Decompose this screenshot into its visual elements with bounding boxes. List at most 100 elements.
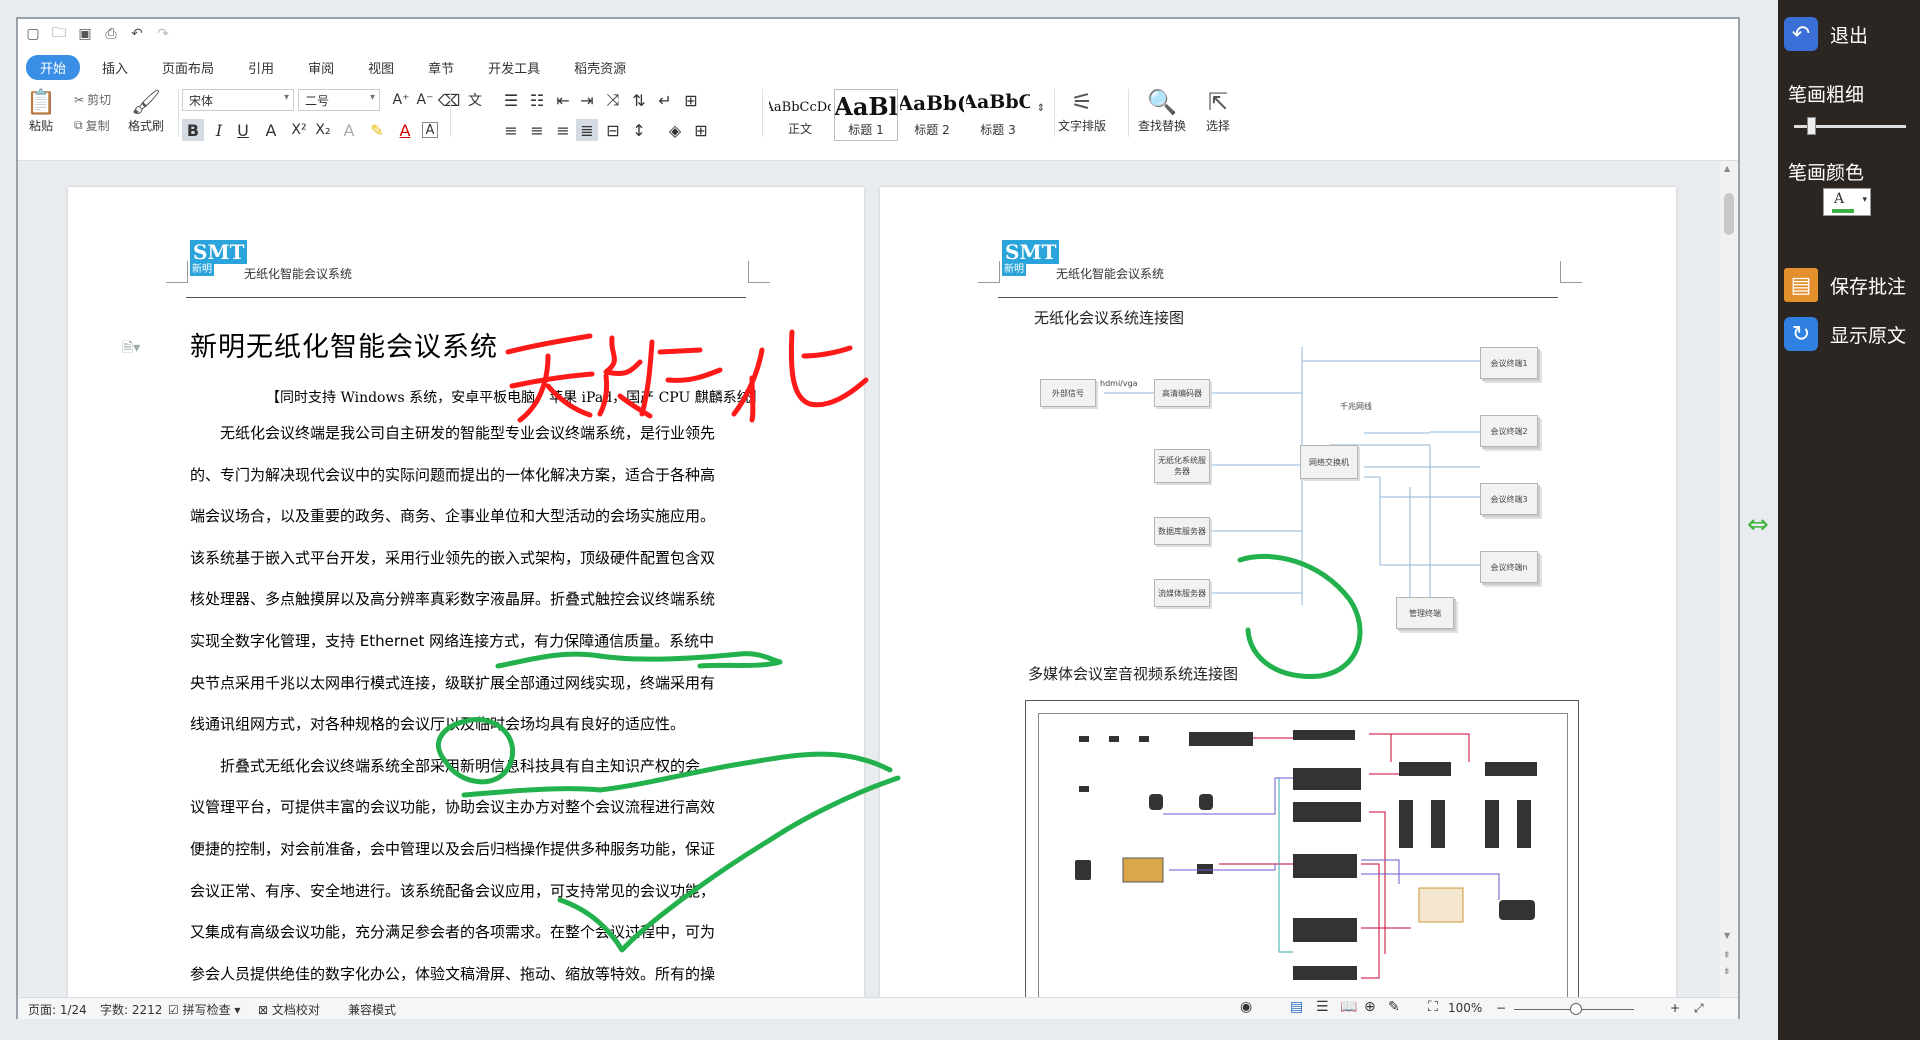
align-center-icon[interactable]: ≡ [526, 119, 548, 141]
node-database-server: 数据库服务器 [1154, 517, 1210, 545]
undo-icon[interactable]: ↶ [128, 25, 146, 43]
node-streaming-server: 流媒体服务器 [1154, 579, 1210, 607]
format-painter-button[interactable]: 🖌 格式刷 [128, 87, 164, 134]
zoom-level[interactable]: 100% [1448, 1001, 1482, 1015]
tab-view[interactable]: 视图 [356, 55, 406, 80]
char-border-button[interactable]: A [422, 122, 438, 138]
subscript-button[interactable]: X₂ [312, 119, 334, 141]
stroke-color-picker[interactable]: A ▾ [1823, 188, 1871, 216]
scrollbar-thumb[interactable] [1724, 193, 1734, 235]
checkbox-icon: ☑ [168, 1003, 179, 1017]
style-preview: AaBl [834, 92, 898, 121]
distribute-icon[interactable]: ⊟ [602, 119, 624, 141]
select-button[interactable]: ⇱ 选择 [1206, 87, 1230, 134]
align-left-icon[interactable]: ≡ [500, 119, 522, 141]
text-effect-button[interactable]: A [338, 119, 360, 141]
web-view-icon[interactable]: ⊕ [1364, 999, 1376, 1015]
tab-page-layout[interactable]: 页面布局 [150, 55, 226, 80]
shading-icon[interactable]: ◈ [664, 119, 686, 141]
panel-splitter[interactable]: ⇔ [1742, 0, 1778, 1040]
resize-arrows-icon[interactable]: ⇔ [1747, 510, 1769, 540]
font-size-select[interactable]: 二号 [298, 89, 380, 111]
print-icon[interactable]: ⎙ [102, 25, 120, 43]
style-heading-2[interactable]: AaBb( 标题 2 [900, 89, 964, 141]
underline-button[interactable]: U [232, 119, 254, 141]
paste-button[interactable]: 📋 粘贴 [26, 87, 56, 134]
copy-button[interactable]: ⧉ 复制 [74, 117, 110, 134]
save-annotation-button[interactable]: ▤ 保存批注 [1784, 268, 1906, 302]
styles-more-icon[interactable]: ⇕ [1030, 97, 1052, 119]
stroke-width-slider[interactable] [1794, 117, 1906, 135]
zoom-slider-knob[interactable] [1570, 1003, 1582, 1015]
page-view-icon[interactable]: ▤ [1290, 999, 1303, 1015]
tab-home[interactable]: 开始 [26, 54, 81, 80]
tab-section[interactable]: 章节 [416, 55, 466, 80]
tab-resources[interactable]: 稻壳资源 [562, 55, 638, 80]
superscript-button[interactable]: X² [288, 119, 310, 141]
clear-format-icon[interactable]: ⌫ [438, 89, 461, 111]
line-spacing-icon[interactable]: ↕ [628, 119, 650, 141]
tab-developer[interactable]: 开发工具 [476, 55, 552, 80]
font-family-select[interactable]: 宋体 [182, 89, 294, 111]
grid-icon[interactable]: ⊞ [680, 89, 702, 111]
color-letter: A [1834, 191, 1845, 207]
text-layout-button[interactable]: ⚟ 文字排版 [1058, 87, 1106, 134]
redo-icon[interactable]: ↷ [154, 25, 172, 43]
cut-button[interactable]: ✂ 剪切 [74, 91, 111, 108]
bold-button[interactable]: B [182, 119, 204, 141]
fit-page-icon[interactable]: ⛶ [1428, 999, 1438, 1015]
prev-page-icon[interactable]: ⇞ [1723, 951, 1731, 961]
align-right-icon[interactable]: ≡ [552, 119, 574, 141]
style-heading-1[interactable]: AaBl 标题 1 [834, 89, 898, 141]
ribbon-toolbar: 📋 粘贴 ✂剪切 ⧉复制 🖌 格式刷 宋体 二号 A⁺ A⁻ ⌫ 文 B I U… [18, 83, 1738, 161]
spell-check-toggle[interactable]: ☑ 拼写检查 ▾ [168, 1001, 240, 1018]
tab-insert[interactable]: 插入 [90, 55, 140, 80]
sort-icon[interactable]: ⇅ [628, 89, 650, 111]
justify-icon[interactable]: ≣ [576, 119, 598, 141]
grow-font-icon[interactable]: A⁺ [390, 89, 412, 111]
show-original-button[interactable]: ↻ 显示原文 [1784, 317, 1906, 351]
find-replace-button[interactable]: 🔍 查找替换 [1138, 87, 1186, 134]
next-page-icon[interactable]: ⇟ [1723, 967, 1731, 977]
show-marks-icon[interactable]: ↵ [654, 89, 676, 111]
doc-proof-button[interactable]: ⊠ 文档校对 [258, 1001, 320, 1018]
slider-knob[interactable] [1806, 117, 1816, 135]
save-icon[interactable]: ▣ [76, 25, 94, 43]
chinese-layout-icon[interactable]: ⤨ [602, 89, 624, 111]
tab-references[interactable]: 引用 [236, 55, 286, 80]
open-folder-icon[interactable]: 🗀 [50, 25, 68, 43]
reading-view-icon[interactable]: 📖 [1340, 999, 1357, 1015]
font-color-button[interactable]: A [394, 119, 416, 141]
outline-view-icon[interactable]: ☰ [1316, 999, 1329, 1015]
style-heading-3[interactable]: AaBbC 标题 3 [966, 89, 1030, 141]
tab-review[interactable]: 审阅 [296, 55, 346, 80]
exit-button[interactable]: ↶ 退出 [1784, 17, 1868, 51]
scroll-down-icon[interactable]: ▼ [1724, 931, 1730, 940]
outdent-icon[interactable]: ⇤ [552, 89, 574, 111]
stroke-width-label: 笔画粗细 [1788, 84, 1865, 106]
text-line: 实现全数字化管理，支持 Ethernet 网络连接方式，有力保障通信质量。系统中 [190, 631, 715, 650]
indent-icon[interactable]: ⇥ [576, 89, 598, 111]
fullscreen-icon[interactable]: ⤢ [1694, 1001, 1704, 1016]
phonetic-icon[interactable]: 文 [464, 89, 486, 111]
scroll-up-icon[interactable]: ▲ [1724, 164, 1730, 173]
style-normal[interactable]: AaBbCcDd 正文 [768, 89, 832, 141]
word-count[interactable]: 字数: 2212 [100, 1001, 162, 1018]
zoom-out-icon[interactable]: − [1496, 1001, 1506, 1015]
av-diagram-frame [1038, 713, 1568, 997]
page-counter[interactable]: 页面: 1/24 [28, 1001, 87, 1018]
shrink-font-icon[interactable]: A⁻ [414, 89, 436, 111]
style-preview: AaBb( [900, 91, 964, 115]
vertical-scrollbar[interactable]: ▲ ▼ ⇞ ⇟ [1720, 161, 1738, 997]
zoom-in-icon[interactable]: + [1670, 1001, 1680, 1015]
borders-icon[interactable]: ⊞ [690, 119, 712, 141]
eye-protect-icon[interactable]: ◉ [1240, 999, 1252, 1015]
new-file-icon[interactable]: ▢ [24, 25, 42, 43]
strikethrough-button[interactable]: A [260, 119, 282, 141]
bullet-list-icon[interactable]: ☰ [500, 89, 522, 111]
italic-button[interactable]: I [208, 119, 230, 141]
document-icon[interactable]: 🗎▾ [122, 337, 140, 361]
highlight-icon[interactable]: ✎ [366, 119, 388, 141]
numbered-list-icon[interactable]: ☷ [526, 89, 548, 111]
pen-icon[interactable]: ✎ [1388, 999, 1400, 1015]
